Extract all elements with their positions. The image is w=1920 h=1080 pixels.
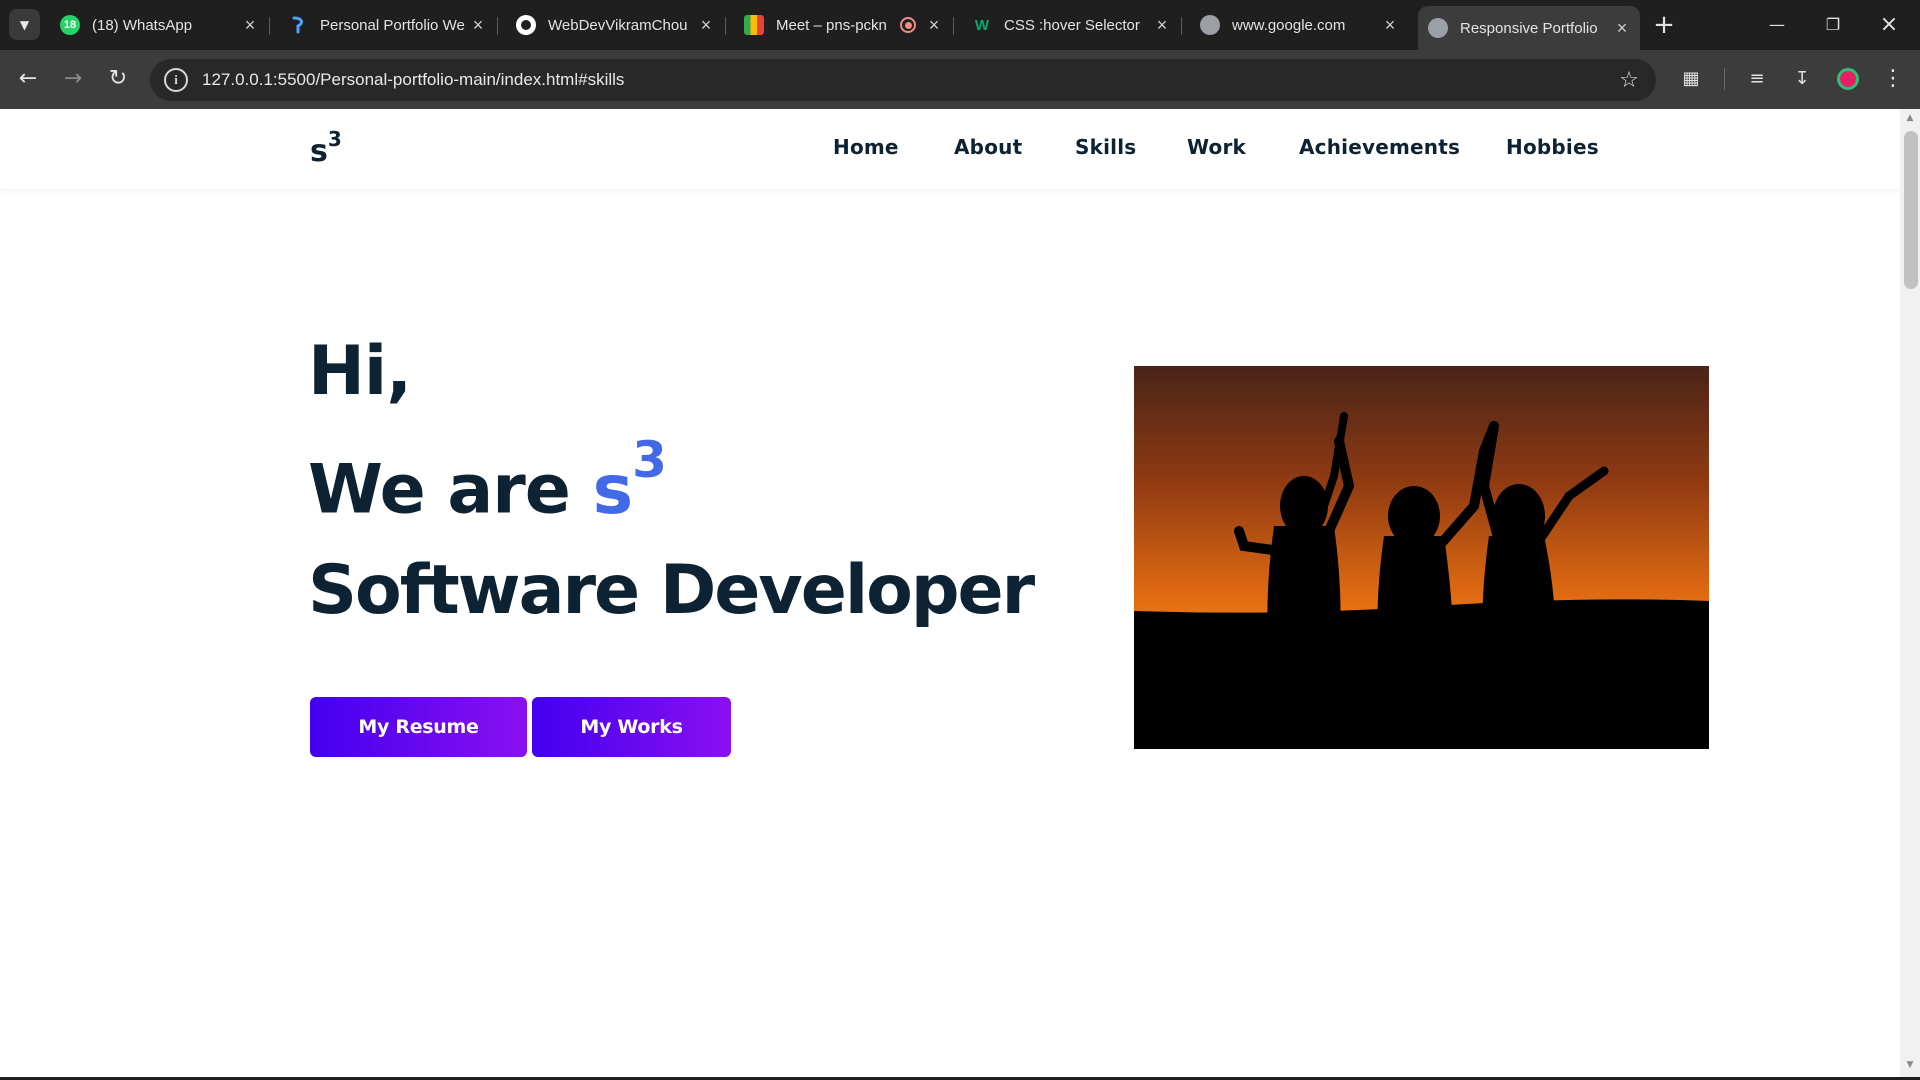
globe-icon bbox=[1200, 15, 1220, 35]
hero-greeting: Hi, bbox=[308, 332, 412, 411]
tab-separator bbox=[1181, 17, 1182, 35]
whatsapp-icon: 18 bbox=[60, 15, 80, 35]
nav-achievements[interactable]: Achievements bbox=[1299, 135, 1460, 159]
site-info-icon[interactable]: i bbox=[164, 68, 188, 92]
scroll-up-icon[interactable]: ▲ bbox=[1900, 113, 1920, 127]
forward-arrow-icon[interactable]: → bbox=[58, 64, 88, 94]
hero-brand-text: s bbox=[592, 450, 633, 530]
hero-brand-superscript: 3 bbox=[632, 431, 667, 489]
tab-title: Personal Portfolio We bbox=[320, 16, 465, 34]
close-icon[interactable]: × bbox=[924, 15, 944, 36]
close-icon[interactable]: × bbox=[1380, 15, 1400, 36]
nav-work[interactable]: Work bbox=[1187, 135, 1246, 159]
tab-title: WebDevVikramChou bbox=[548, 16, 688, 34]
close-icon[interactable]: × bbox=[468, 15, 488, 36]
tab-title: www.google.com bbox=[1232, 16, 1346, 34]
tab-separator bbox=[953, 17, 954, 35]
close-icon[interactable]: × bbox=[1612, 18, 1632, 39]
tab-google[interactable]: www.google.com × bbox=[1190, 6, 1408, 44]
tab-google-meet[interactable]: Meet – pns-pckn × bbox=[734, 6, 954, 44]
more-options-icon[interactable]: ⋮ bbox=[1878, 64, 1908, 94]
download-icon[interactable]: ↧ bbox=[1787, 64, 1817, 94]
hero-brand: s3 bbox=[592, 431, 667, 530]
tab-responsive-portfolio[interactable]: Responsive Portfolio × bbox=[1418, 6, 1640, 50]
scroll-down-icon[interactable]: ▼ bbox=[1900, 1060, 1920, 1074]
scrollbar-thumb[interactable] bbox=[1904, 131, 1918, 289]
close-window-icon[interactable]: × bbox=[1869, 10, 1909, 40]
google-meet-icon bbox=[744, 15, 764, 35]
close-icon[interactable]: × bbox=[1152, 15, 1172, 36]
silhouette-sunset-image bbox=[1134, 366, 1709, 749]
tab-separator bbox=[269, 17, 270, 35]
reload-icon[interactable]: ↻ bbox=[103, 64, 133, 94]
my-resume-button[interactable]: My Resume bbox=[310, 697, 527, 757]
minimize-icon[interactable]: — bbox=[1757, 10, 1797, 40]
logo-text: s bbox=[310, 134, 328, 169]
globe-icon bbox=[1428, 18, 1448, 38]
tab-whatsapp[interactable]: 18 (18) WhatsApp × bbox=[50, 6, 270, 44]
tab-title: CSS :hover Selector bbox=[1004, 16, 1140, 34]
tab-separator bbox=[497, 17, 498, 35]
portfolio-site-icon bbox=[288, 15, 308, 35]
back-arrow-icon[interactable]: ← bbox=[13, 64, 43, 94]
my-works-button[interactable]: My Works bbox=[532, 697, 731, 757]
tab-title: Meet – pns-pckn bbox=[776, 16, 887, 34]
address-bar[interactable]: i 127.0.0.1:5500/Personal-portfolio-main… bbox=[150, 59, 1656, 101]
restore-icon[interactable]: ❐ bbox=[1813, 10, 1853, 40]
chevron-down-icon: ▼ bbox=[19, 17, 30, 32]
nav-home[interactable]: Home bbox=[833, 135, 899, 159]
new-tab-button[interactable]: + bbox=[1650, 10, 1678, 40]
page-scrollbar[interactable]: ▲ ▼ bbox=[1900, 109, 1920, 1078]
close-icon[interactable]: × bbox=[240, 15, 260, 36]
toolbar-divider bbox=[1724, 68, 1725, 90]
tab-github[interactable]: WebDevVikramChou × bbox=[506, 6, 726, 44]
media-controls-icon[interactable]: ≡ bbox=[1742, 64, 1772, 94]
close-icon[interactable]: × bbox=[696, 15, 716, 36]
hero-intro-text: We are bbox=[308, 450, 593, 530]
site-header: s3 Home About Skills Work Achievements H… bbox=[0, 109, 1900, 189]
tab-separator bbox=[725, 17, 726, 35]
tab-title: (18) WhatsApp bbox=[92, 16, 193, 34]
logo-superscript: 3 bbox=[327, 127, 342, 151]
tab-personal-portfolio[interactable]: Personal Portfolio We × bbox=[278, 6, 498, 44]
tab-badge: 18 bbox=[63, 19, 77, 31]
nav-skills[interactable]: Skills bbox=[1075, 135, 1136, 159]
tab-search-button[interactable]: ▼ bbox=[9, 9, 40, 40]
nav-about[interactable]: About bbox=[954, 135, 1022, 159]
recording-icon bbox=[900, 17, 916, 33]
bookmark-star-icon[interactable]: ☆ bbox=[1614, 68, 1644, 93]
nav-hobbies[interactable]: Hobbies bbox=[1506, 135, 1599, 159]
url-text[interactable]: 127.0.0.1:5500/Personal-portfolio-main/i… bbox=[202, 70, 1614, 90]
browser-toolbar: ← → ↻ i 127.0.0.1:5500/Personal-portfoli… bbox=[0, 50, 1920, 109]
extensions-icon[interactable]: ▦ bbox=[1676, 64, 1706, 94]
hero-role: Software Developer bbox=[308, 551, 1035, 630]
site-logo[interactable]: s3 bbox=[310, 127, 342, 169]
profile-avatar[interactable] bbox=[1837, 68, 1859, 90]
tab-title: Responsive Portfolio bbox=[1460, 19, 1598, 37]
hero-image bbox=[1134, 366, 1709, 749]
w3schools-icon: W bbox=[974, 16, 990, 34]
page-viewport: s3 Home About Skills Work Achievements H… bbox=[0, 109, 1900, 1078]
tab-w3schools[interactable]: W CSS :hover Selector × bbox=[962, 6, 1182, 44]
hero-intro: We are s3 bbox=[308, 431, 667, 530]
tab-strip: ▼ 18 (18) WhatsApp × Personal Portfolio … bbox=[0, 0, 1920, 50]
github-icon bbox=[516, 15, 536, 35]
